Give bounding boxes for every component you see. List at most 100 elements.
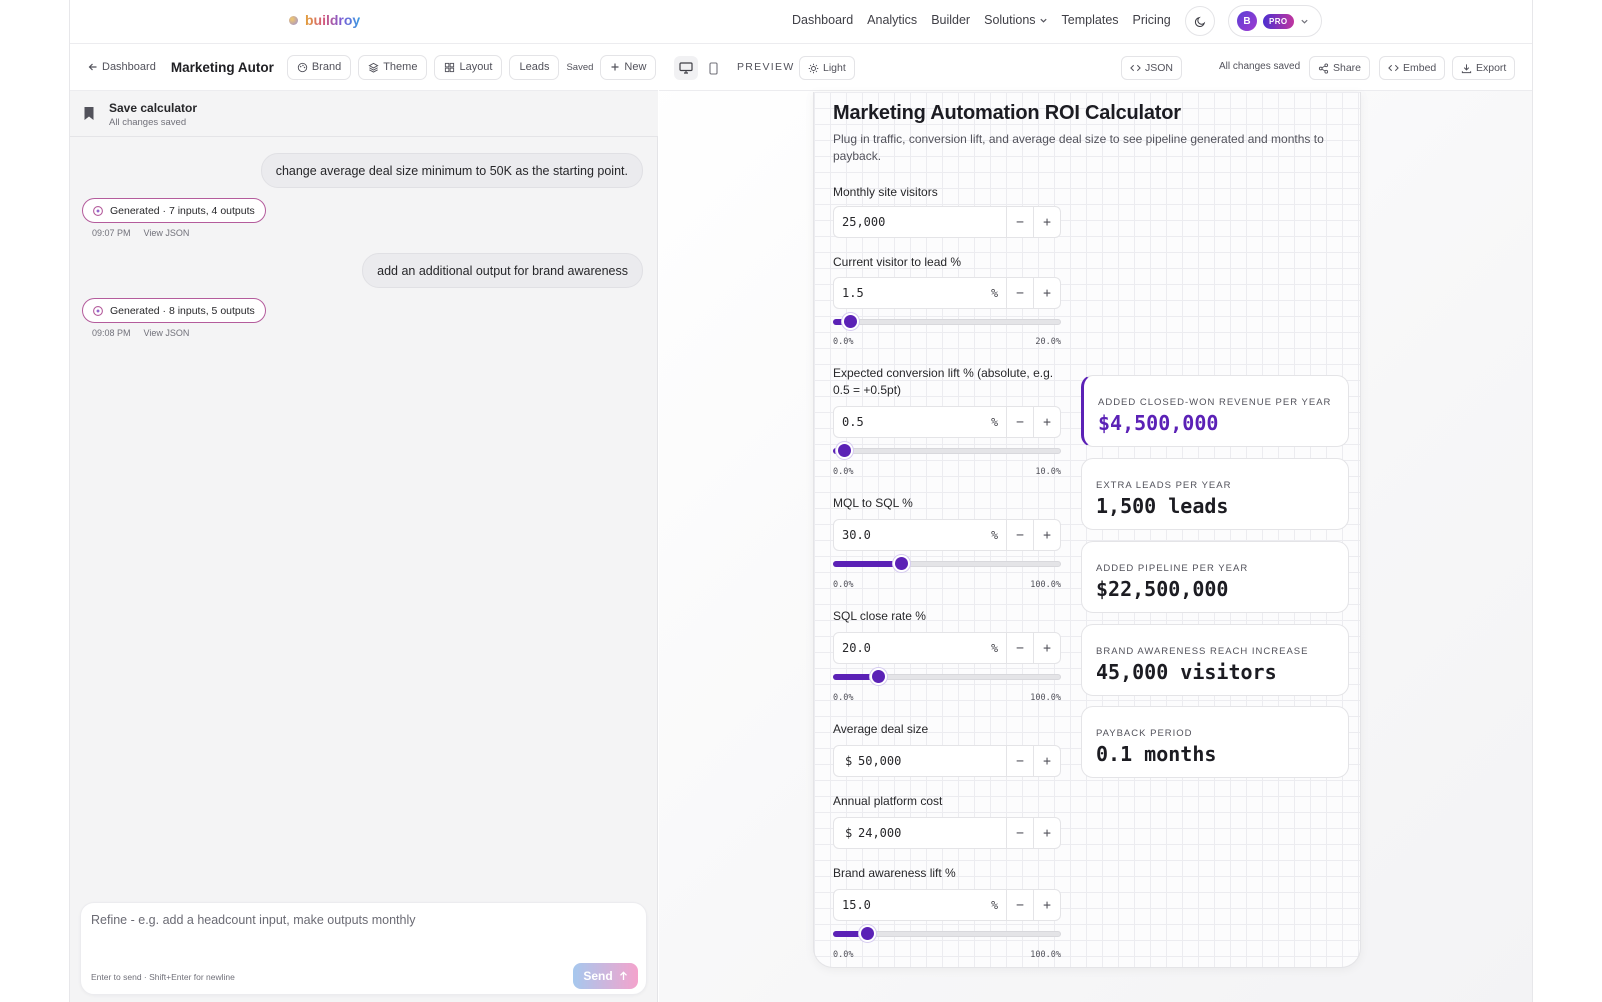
embed-button[interactable]: Embed (1379, 56, 1446, 80)
slider-max-label: 100.0% (1030, 580, 1061, 590)
chat-pane: Dashboard Marketing Autor Brand Theme La… (70, 44, 658, 1002)
logo[interactable]: buildroy (289, 12, 360, 28)
increment-button[interactable]: + (1033, 407, 1060, 437)
decrement-button[interactable]: − (1006, 520, 1033, 550)
decrement-button[interactable]: − (1006, 890, 1033, 920)
sparkle-cycle-icon (93, 305, 103, 316)
view-json-link[interactable]: View JSON (144, 328, 190, 338)
decrement-button[interactable]: − (1006, 818, 1033, 848)
code-icon (1388, 64, 1399, 72)
light-mode-button[interactable]: Light (799, 56, 855, 80)
slider-handle[interactable] (872, 670, 886, 683)
calculator-heading: Marketing Automation ROI Calculator (833, 102, 1181, 124)
increment-button[interactable]: + (1033, 278, 1060, 308)
save-calculator-bar[interactable]: Save calculator All changes saved (70, 91, 658, 137)
decrement-button[interactable]: − (1006, 746, 1033, 776)
slider-handle[interactable] (894, 557, 908, 570)
output-label: PAYBACK PERIOD (1096, 728, 1193, 739)
decrement-button[interactable]: − (1006, 207, 1033, 237)
monitor-icon (679, 62, 693, 74)
nav-link-dashboard[interactable]: Dashboard (792, 13, 853, 27)
user-message: change average deal size minimum to 50K … (260, 153, 643, 188)
slider-handle[interactable] (837, 444, 851, 457)
mql-to-sql-slider[interactable] (833, 557, 1061, 570)
decrement-button[interactable]: − (1006, 633, 1033, 663)
json-button[interactable]: JSON (1121, 56, 1183, 80)
generated-chip[interactable]: Generated · 8 inputs, 5 outputs (82, 298, 266, 323)
nav-link-analytics[interactable]: Analytics (867, 13, 917, 27)
chat-composer: Enter to send · Shift+Enter for newline … (80, 902, 647, 995)
leads-button[interactable]: Leads (509, 54, 560, 80)
input-value: 24,000 (858, 826, 902, 840)
increment-button[interactable]: + (1033, 890, 1060, 920)
send-button[interactable]: Send (573, 963, 638, 989)
layout-button[interactable]: Layout (434, 54, 503, 80)
sql-close-rate-slider[interactable] (833, 670, 1061, 683)
decrement-button[interactable]: − (1006, 407, 1033, 437)
visitor-to-lead-slider[interactable] (833, 315, 1061, 328)
nav-link-solutions[interactable]: Solutions (984, 13, 1047, 27)
preview-label: PREVIEW (737, 61, 795, 73)
logo-mark-icon (289, 15, 298, 25)
sql-close-rate-input[interactable]: 20.0 % − + (833, 632, 1061, 664)
output-value: $22,500,000 (1096, 577, 1229, 601)
brand-button[interactable]: Brand (286, 54, 352, 80)
desktop-view-button[interactable] (674, 56, 698, 80)
message-time: 09:08 PM (92, 328, 131, 338)
layout-label: Layout (459, 61, 493, 73)
nav-links: Dashboard Analytics Builder Solutions Te… (792, 13, 1171, 27)
sun-icon (808, 63, 819, 73)
share-button[interactable]: Share (1309, 56, 1371, 80)
slider-handle[interactable] (843, 315, 857, 328)
increment-button[interactable]: + (1033, 207, 1060, 237)
nav-link-builder[interactable]: Builder (931, 13, 970, 27)
input-value: 1.5 (842, 286, 864, 300)
share-label: Share (1333, 62, 1362, 74)
slider-fill (833, 561, 902, 567)
new-label: New (624, 61, 647, 73)
mobile-view-button[interactable] (701, 56, 725, 80)
new-button[interactable]: New (600, 54, 657, 80)
brand-awareness-lift-slider[interactable] (833, 927, 1061, 940)
arrow-up-icon (619, 971, 627, 980)
output-value: $4,500,000 (1098, 411, 1219, 435)
increment-button[interactable]: + (1033, 746, 1060, 776)
theme-button[interactable]: Theme (358, 54, 428, 80)
plus-icon (611, 63, 619, 71)
theme-toggle-button[interactable] (1185, 6, 1215, 36)
moon-icon (1194, 16, 1205, 27)
increment-button[interactable]: + (1033, 520, 1060, 550)
generated-chip[interactable]: Generated · 7 inputs, 4 outputs (82, 198, 266, 223)
average-deal-size-input[interactable]: $ 50,000 − + (833, 745, 1061, 777)
slider-handle[interactable] (860, 927, 874, 940)
nav-link-pricing[interactable]: Pricing (1133, 13, 1171, 27)
account-menu[interactable]: B PRO (1228, 5, 1322, 37)
refine-input[interactable] (91, 913, 631, 953)
input-unit: % (991, 641, 998, 655)
slider-min-label: 0.0% (833, 580, 854, 590)
input-value: 30.0 (842, 528, 871, 542)
mql-to-sql-input[interactable]: 30.0 % − + (833, 519, 1061, 551)
back-to-dashboard-link[interactable]: Dashboard (88, 61, 156, 73)
download-icon (1461, 63, 1472, 73)
slider-track (833, 319, 1061, 325)
brand-awareness-lift-input[interactable]: 15.0 % − + (833, 889, 1061, 921)
output-card-added-pipeline: ADDED PIPELINE PER YEAR $22,500,000 (1081, 541, 1349, 613)
decrement-button[interactable]: − (1006, 278, 1033, 308)
nav-link-templates[interactable]: Templates (1062, 13, 1119, 27)
visitor-to-lead-input[interactable]: 1.5 % − + (833, 277, 1061, 309)
input-unit: % (991, 898, 998, 912)
conversion-lift-slider[interactable] (833, 444, 1061, 457)
export-button[interactable]: Export (1452, 56, 1516, 80)
monthly-visitors-input[interactable]: 25,000 − + (833, 206, 1061, 238)
annual-platform-cost-input[interactable]: $ 24,000 − + (833, 817, 1061, 849)
calculator-title[interactable]: Marketing Autor (171, 60, 274, 75)
increment-button[interactable]: + (1033, 818, 1060, 848)
input-unit: % (991, 286, 998, 300)
output-label: EXTRA LEADS PER YEAR (1096, 480, 1232, 491)
increment-button[interactable]: + (1033, 633, 1060, 663)
view-json-link[interactable]: View JSON (144, 228, 190, 238)
layers-icon (368, 62, 379, 73)
output-value: 1,500 leads (1096, 494, 1229, 518)
conversion-lift-input[interactable]: 0.5 % − + (833, 406, 1061, 438)
